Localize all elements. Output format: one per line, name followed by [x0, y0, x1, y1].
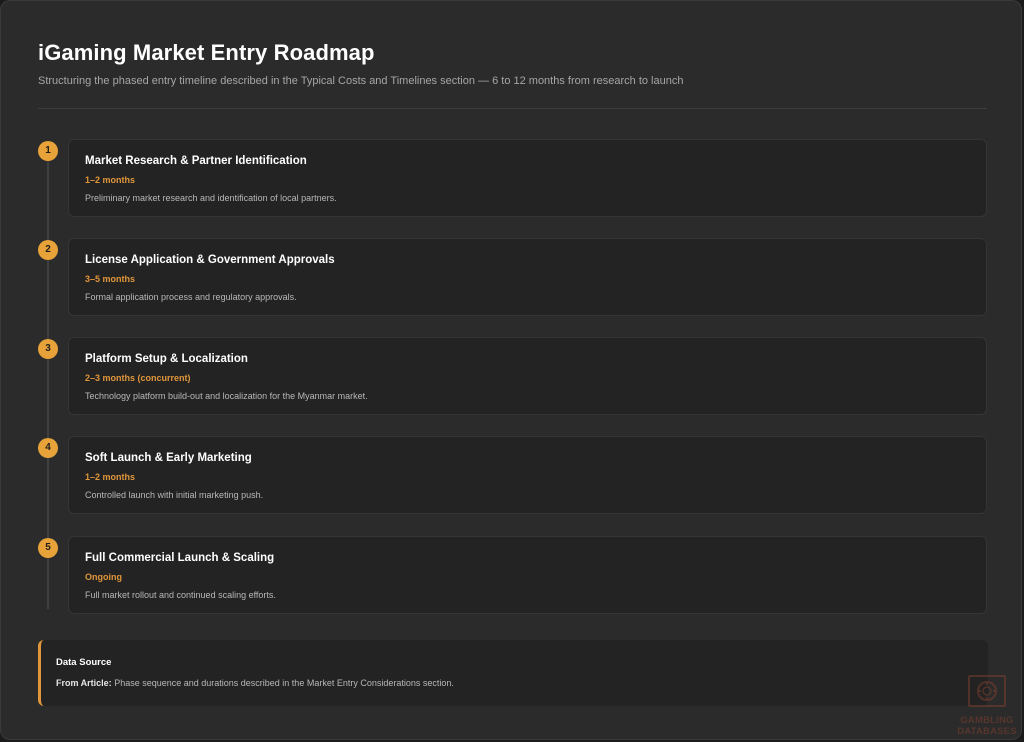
data-source-title: Data Source [56, 657, 112, 668]
phase-duration: 3–5 months [85, 274, 136, 284]
phase-duration: 1–2 months [85, 175, 136, 185]
phase-description: Full market rollout and continued scalin… [85, 590, 276, 600]
phase-number-badge: 1 [38, 141, 58, 161]
data-source-box: Data Source From Article: Phase sequence… [38, 640, 988, 706]
roadmap-panel: iGaming Market Entry Roadmap Structuring… [0, 0, 1022, 740]
data-source-label: From Article: [56, 678, 112, 688]
phase-number-badge: 2 [38, 240, 58, 260]
phase-card: Full Commercial Launch & Scaling Ongoing… [68, 536, 987, 614]
phase-number-badge: 5 [38, 538, 58, 558]
phase-title: Full Commercial Launch & Scaling [85, 552, 275, 564]
phase-duration: 1–2 months [85, 472, 136, 482]
watermark: GAMBLING DATABASES [951, 675, 1021, 739]
data-source-detail: Phase sequence and durations described i… [111, 678, 454, 688]
phase-description: Technology platform build-out and locali… [85, 391, 368, 401]
phase-title: Platform Setup & Localization [85, 353, 248, 365]
phase-card: Soft Launch & Early Marketing 1–2 months… [68, 436, 987, 514]
phase-number-badge: 3 [38, 339, 58, 359]
page-subtitle: Structuring the phased entry timeline de… [38, 75, 684, 87]
page-title: iGaming Market Entry Roadmap [38, 40, 375, 65]
casino-chip-icon [968, 675, 1006, 707]
phase-title: License Application & Government Approva… [85, 254, 335, 266]
phase-description: Preliminary market research and identifi… [85, 193, 337, 203]
phase-title: Soft Launch & Early Marketing [85, 452, 252, 464]
phase-description: Formal application process and regulator… [85, 292, 297, 302]
watermark-text: GAMBLING DATABASES [957, 715, 1017, 737]
header-divider [38, 108, 987, 109]
phase-duration: Ongoing [85, 572, 122, 582]
phase-duration: 2–3 months (concurrent) [85, 373, 191, 383]
phase-card: Platform Setup & Localization 2–3 months… [68, 337, 987, 415]
phase-card: License Application & Government Approva… [68, 238, 987, 316]
data-source-text: From Article: Phase sequence and duratio… [56, 678, 454, 688]
phase-card: Market Research & Partner Identification… [68, 139, 987, 217]
phase-title: Market Research & Partner Identification [85, 155, 307, 167]
phase-number-badge: 4 [38, 438, 58, 458]
phase-description: Controlled launch with initial marketing… [85, 490, 264, 500]
